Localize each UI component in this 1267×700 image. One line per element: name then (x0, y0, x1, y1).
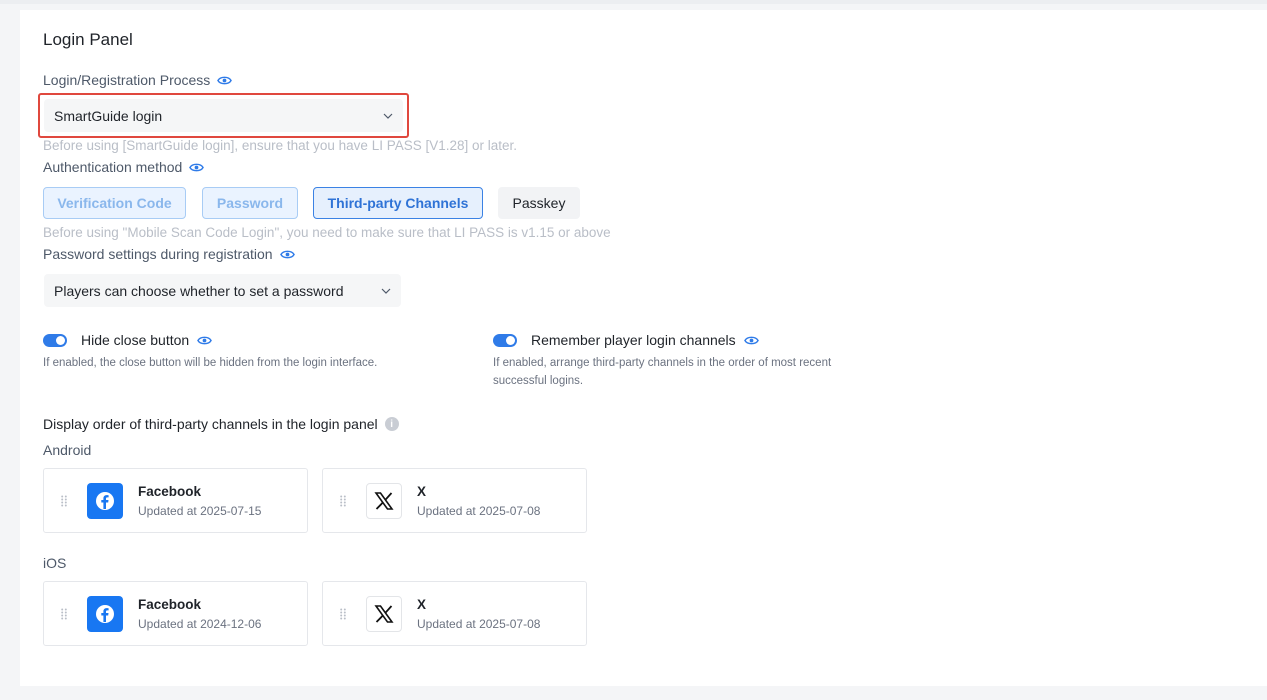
updated-date: 2024-12-06 (200, 617, 262, 631)
hide-close-label: Hide close button (81, 332, 190, 348)
ios-label: iOS (43, 555, 67, 571)
channels-label-row: Display order of third-party channels in… (43, 416, 399, 432)
remember-channels-toggle-row: Remember player login channels (493, 332, 759, 348)
chevron-down-icon (383, 113, 393, 119)
remember-channels-toggle[interactable] (493, 333, 517, 347)
remember-channels-description: If enabled, arrange third-party channels… (493, 354, 831, 390)
eye-icon[interactable] (197, 335, 213, 346)
channel-card-ios-facebook[interactable]: Facebook Updated at 2024-12-06 (43, 581, 308, 646)
channel-card-ios-x[interactable]: X Updated at 2025-07-08 (322, 581, 587, 646)
channels-label: Display order of third-party channels in… (43, 416, 378, 432)
facebook-icon (87, 483, 123, 519)
channel-updated: Updated at 2025-07-15 (138, 504, 261, 518)
process-select[interactable]: SmartGuide login (44, 99, 403, 132)
info-icon[interactable]: i (384, 417, 399, 431)
updated-prefix: Updated at (417, 617, 476, 631)
facebook-icon (87, 596, 123, 632)
updated-date: 2025-07-08 (479, 504, 541, 518)
top-divider (0, 0, 1267, 4)
password-settings-label: Password settings during registration (43, 246, 273, 262)
remember-channels-description-line: If enabled, arrange third-party channels… (493, 357, 832, 369)
x-logo-icon (366, 483, 402, 519)
android-label: Android (43, 442, 92, 458)
auth-method-passkey-button[interactable]: Passkey (498, 187, 580, 219)
drag-handle-icon[interactable] (340, 608, 346, 620)
channel-name: X (417, 597, 427, 612)
process-label: Login/Registration Process (43, 72, 211, 88)
channel-updated: Updated at 2025-07-08 (417, 617, 540, 631)
channel-card-android-x[interactable]: X Updated at 2025-07-08 (322, 468, 587, 533)
auth-label-row: Authentication method (43, 159, 205, 175)
drag-handle-icon[interactable] (61, 608, 67, 620)
auth-method-password-button[interactable]: Password (202, 187, 298, 219)
channel-updated: Updated at 2024-12-06 (138, 617, 261, 631)
channel-name: Facebook (138, 597, 202, 612)
login-panel-card: Login Panel Login/Registration Process S… (20, 10, 1267, 686)
x-logo-icon (366, 596, 402, 632)
password-settings-label-row: Password settings during registration (43, 246, 295, 262)
auth-hint: Before using "Mobile Scan Code Login", y… (43, 225, 611, 240)
auth-method-verification-code-button[interactable]: Verification Code (43, 187, 186, 219)
password-settings-select[interactable]: Players can choose whether to set a pass… (44, 274, 401, 307)
channel-name: Facebook (138, 484, 202, 499)
auth-method-third-party-button[interactable]: Third-party Channels (313, 187, 483, 219)
updated-date: 2025-07-15 (200, 504, 262, 518)
channel-name: X (417, 484, 427, 499)
eye-icon[interactable] (217, 75, 233, 86)
hide-close-description: If enabled, the close button will be hid… (43, 357, 378, 369)
channel-card-android-facebook[interactable]: Facebook Updated at 2025-07-15 (43, 468, 308, 533)
remember-channels-label: Remember player login channels (531, 332, 736, 348)
process-label-row: Login/Registration Process (43, 72, 233, 88)
process-select-value: SmartGuide login (54, 107, 163, 124)
hide-close-toggle[interactable] (43, 333, 67, 347)
eye-icon[interactable] (279, 249, 295, 260)
hide-close-toggle-row: Hide close button (43, 332, 213, 348)
chevron-down-icon (381, 288, 391, 294)
updated-prefix: Updated at (417, 504, 476, 518)
channel-updated: Updated at 2025-07-08 (417, 504, 540, 518)
updated-prefix: Updated at (138, 617, 197, 631)
updated-prefix: Updated at (138, 504, 197, 518)
eye-icon[interactable] (189, 162, 205, 173)
eye-icon[interactable] (743, 335, 759, 346)
remember-channels-description-line: successful logins. (493, 375, 584, 387)
password-settings-select-value: Players can choose whether to set a pass… (54, 282, 344, 299)
process-hint: Before using [SmartGuide login], ensure … (43, 138, 518, 153)
drag-handle-icon[interactable] (340, 495, 346, 507)
panel-title: Login Panel (43, 30, 133, 49)
drag-handle-icon[interactable] (61, 495, 67, 507)
updated-date: 2025-07-08 (479, 617, 541, 631)
auth-label: Authentication method (43, 159, 183, 175)
